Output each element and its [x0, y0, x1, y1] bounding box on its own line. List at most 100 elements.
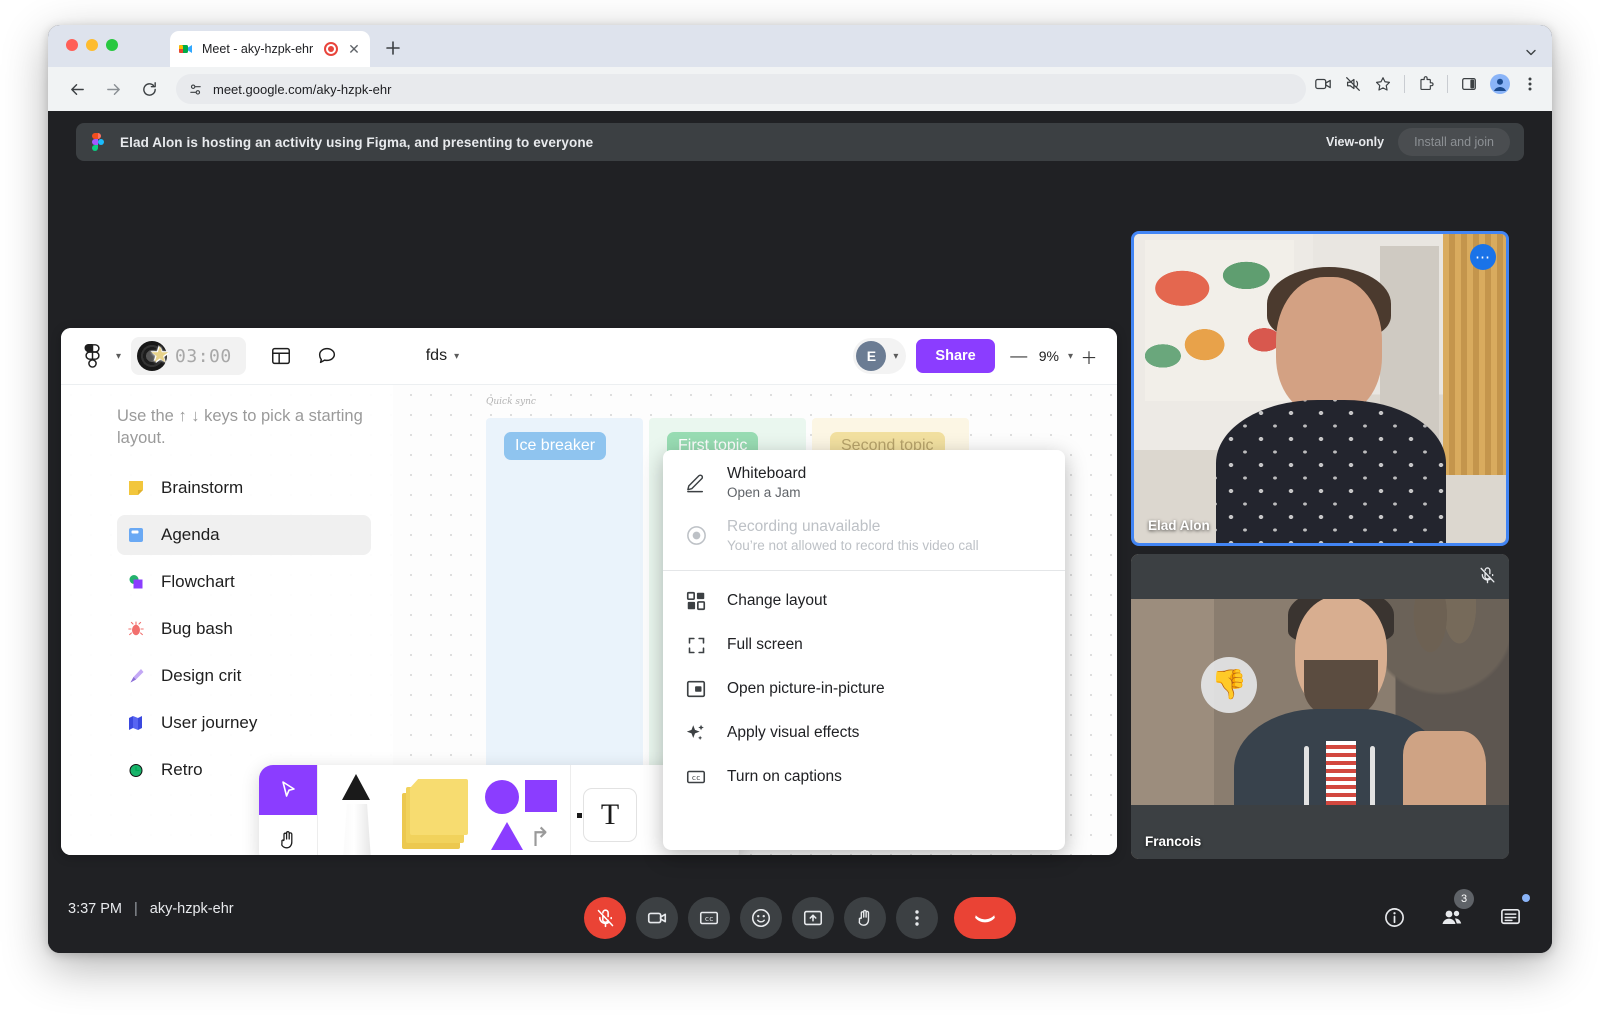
- zoom-chevron-icon[interactable]: ▾: [1068, 351, 1073, 362]
- template-item-agenda[interactable]: Agenda: [117, 514, 371, 555]
- sticky-notes-icon[interactable]: [396, 765, 474, 855]
- bug-icon: [127, 620, 149, 638]
- template-label: Retro: [161, 759, 203, 779]
- template-label: Bug bash: [161, 618, 233, 638]
- layout-grid-icon: [683, 590, 709, 612]
- menu-item-title: Whiteboard: [727, 465, 807, 482]
- timer-value: 03:00: [175, 345, 232, 367]
- template-item-flowchart[interactable]: Flowchart: [117, 562, 371, 602]
- menu-item-change-layout[interactable]: Change layout: [663, 579, 1065, 623]
- comment-bubble-icon[interactable]: [310, 339, 344, 373]
- reload-button[interactable]: [134, 74, 164, 104]
- figma-avatar-chevron-icon[interactable]: ▾: [893, 351, 898, 362]
- figma-share-button[interactable]: Share: [916, 339, 995, 373]
- side-panel-icon[interactable]: [1460, 75, 1478, 93]
- forward-button[interactable]: [98, 74, 128, 104]
- vinyl-record-icon: ★: [137, 341, 170, 371]
- sticky-note[interactable]: Ice breaker: [504, 432, 607, 460]
- menu-item-full-screen[interactable]: Full screen: [663, 623, 1065, 667]
- video-feed: [1134, 234, 1506, 543]
- template-label: Agenda: [161, 524, 220, 544]
- hand-pan-icon[interactable]: [259, 815, 317, 855]
- zoom-level-value: 9%: [1038, 348, 1059, 364]
- more-menu-icon[interactable]: [1522, 75, 1538, 93]
- template-item-brainstorm[interactable]: Brainstorm: [117, 468, 371, 508]
- captions-button[interactable]: cc: [688, 897, 730, 939]
- present-screen-button[interactable]: [792, 897, 834, 939]
- leave-call-button[interactable]: [954, 897, 1016, 939]
- layout-panels-icon[interactable]: [264, 339, 298, 373]
- chat-unread-dot: [1522, 894, 1530, 902]
- menu-item-title: Change layout: [727, 592, 827, 609]
- figma-avatar-menu[interactable]: E ▾: [853, 338, 907, 374]
- bookmark-star-icon[interactable]: [1374, 75, 1392, 93]
- raise-hand-button[interactable]: [844, 897, 886, 939]
- meet-page: Elad Alon is hosting an activity using F…: [48, 111, 1552, 953]
- close-window-button[interactable]: [66, 39, 78, 51]
- mute-site-icon[interactable]: [1344, 75, 1362, 93]
- menu-item-recording: Recording unavailable You’re not allowed…: [663, 509, 1065, 562]
- microphone-button[interactable]: [584, 897, 626, 939]
- figma-file-name[interactable]: fds: [426, 347, 447, 365]
- menu-item-visual-effects[interactable]: Apply visual effects: [663, 711, 1065, 755]
- more-options-icon[interactable]: ⋯: [1470, 244, 1496, 270]
- camera-button[interactable]: [636, 897, 678, 939]
- reactions-button[interactable]: [740, 897, 782, 939]
- cursor-move-icon[interactable]: [259, 765, 317, 815]
- current-time: 3:37 PM: [68, 901, 122, 917]
- participant-tile-francois[interactable]: 👎 Francois: [1131, 554, 1509, 859]
- menu-item-title: Full screen: [727, 636, 803, 653]
- menu-item-picture-in-picture[interactable]: Open picture-in-picture: [663, 667, 1065, 711]
- maximize-window-button[interactable]: [106, 39, 118, 51]
- figma-toolbar: ▾ ★ 03:00 fds ▾ E ▾ Share — 9% ▾ ＋: [61, 328, 1117, 385]
- figma-logo-icon[interactable]: [75, 339, 109, 373]
- board-column-1: Ice breaker: [486, 418, 643, 798]
- template-item-user-journey[interactable]: User journey: [117, 703, 371, 743]
- template-label: User journey: [161, 712, 258, 732]
- browser-tab[interactable]: Meet - aky-hzpk-ehr ✕: [170, 31, 370, 67]
- meet-favicon-icon: [178, 41, 194, 57]
- url-text: meet.google.com/aky-hzpk-ehr: [213, 81, 392, 97]
- shapes-tool-icon[interactable]: ↱: [474, 765, 570, 855]
- pen-tool-icon[interactable]: [318, 765, 396, 855]
- address-bar[interactable]: meet.google.com/aky-hzpk-ehr: [176, 74, 1306, 104]
- zoom-in-button[interactable]: ＋: [1075, 342, 1103, 370]
- board-title: Quick sync: [486, 397, 536, 407]
- extensions-puzzle-icon[interactable]: [1417, 75, 1435, 93]
- install-and-join-button[interactable]: Install and join: [1398, 128, 1510, 156]
- more-options-button[interactable]: [896, 897, 938, 939]
- people-button[interactable]: 3: [1432, 889, 1474, 937]
- tabstrip-menu-button[interactable]: [1524, 45, 1538, 59]
- figma-timer[interactable]: ★ 03:00: [131, 337, 246, 375]
- screen: Meet - aky-hzpk-ehr ✕ meet.google.com/ak…: [0, 0, 1600, 1036]
- back-button[interactable]: [62, 74, 92, 104]
- profile-avatar-icon[interactable]: [1490, 74, 1510, 94]
- tile-header-strip: [1131, 554, 1509, 599]
- recording-indicator-icon[interactable]: [324, 42, 338, 56]
- menu-item-turn-on-captions[interactable]: cc Turn on captions: [663, 755, 1065, 799]
- text-tool-icon[interactable]: T: [571, 765, 649, 855]
- new-tab-button[interactable]: [380, 35, 406, 61]
- screen-share-icon[interactable]: [1314, 75, 1332, 93]
- menu-item-whiteboard[interactable]: Whiteboard Open a Jam: [663, 456, 1065, 509]
- menu-item-subtitle: You’re not allowed to record this video …: [727, 538, 979, 553]
- toolbar-divider: [1404, 75, 1405, 93]
- fullscreen-icon: [683, 635, 709, 656]
- activity-banner: Elad Alon is hosting an activity using F…: [76, 123, 1524, 161]
- site-settings-icon[interactable]: [188, 82, 203, 97]
- close-icon[interactable]: ✕: [346, 41, 362, 57]
- menu-item-title: Apply visual effects: [727, 724, 860, 741]
- minimize-window-button[interactable]: [86, 39, 98, 51]
- meeting-details-button[interactable]: [1374, 897, 1414, 937]
- chat-button[interactable]: [1490, 894, 1530, 937]
- picture-in-picture-icon: [683, 678, 709, 700]
- pen-nib-icon: [127, 667, 149, 685]
- map-icon: [127, 714, 149, 732]
- zoom-out-button[interactable]: —: [1005, 342, 1033, 370]
- template-item-bug-bash[interactable]: Bug bash: [117, 609, 371, 649]
- figma-logo-chevron-icon[interactable]: ▾: [116, 351, 121, 362]
- template-item-design-crit[interactable]: Design crit: [117, 656, 371, 696]
- star-sticker-icon: ★: [150, 342, 170, 367]
- figma-file-chevron-icon[interactable]: ▾: [454, 351, 459, 362]
- participant-tile-elad-alon[interactable]: ⋯ Elad Alon: [1131, 231, 1509, 546]
